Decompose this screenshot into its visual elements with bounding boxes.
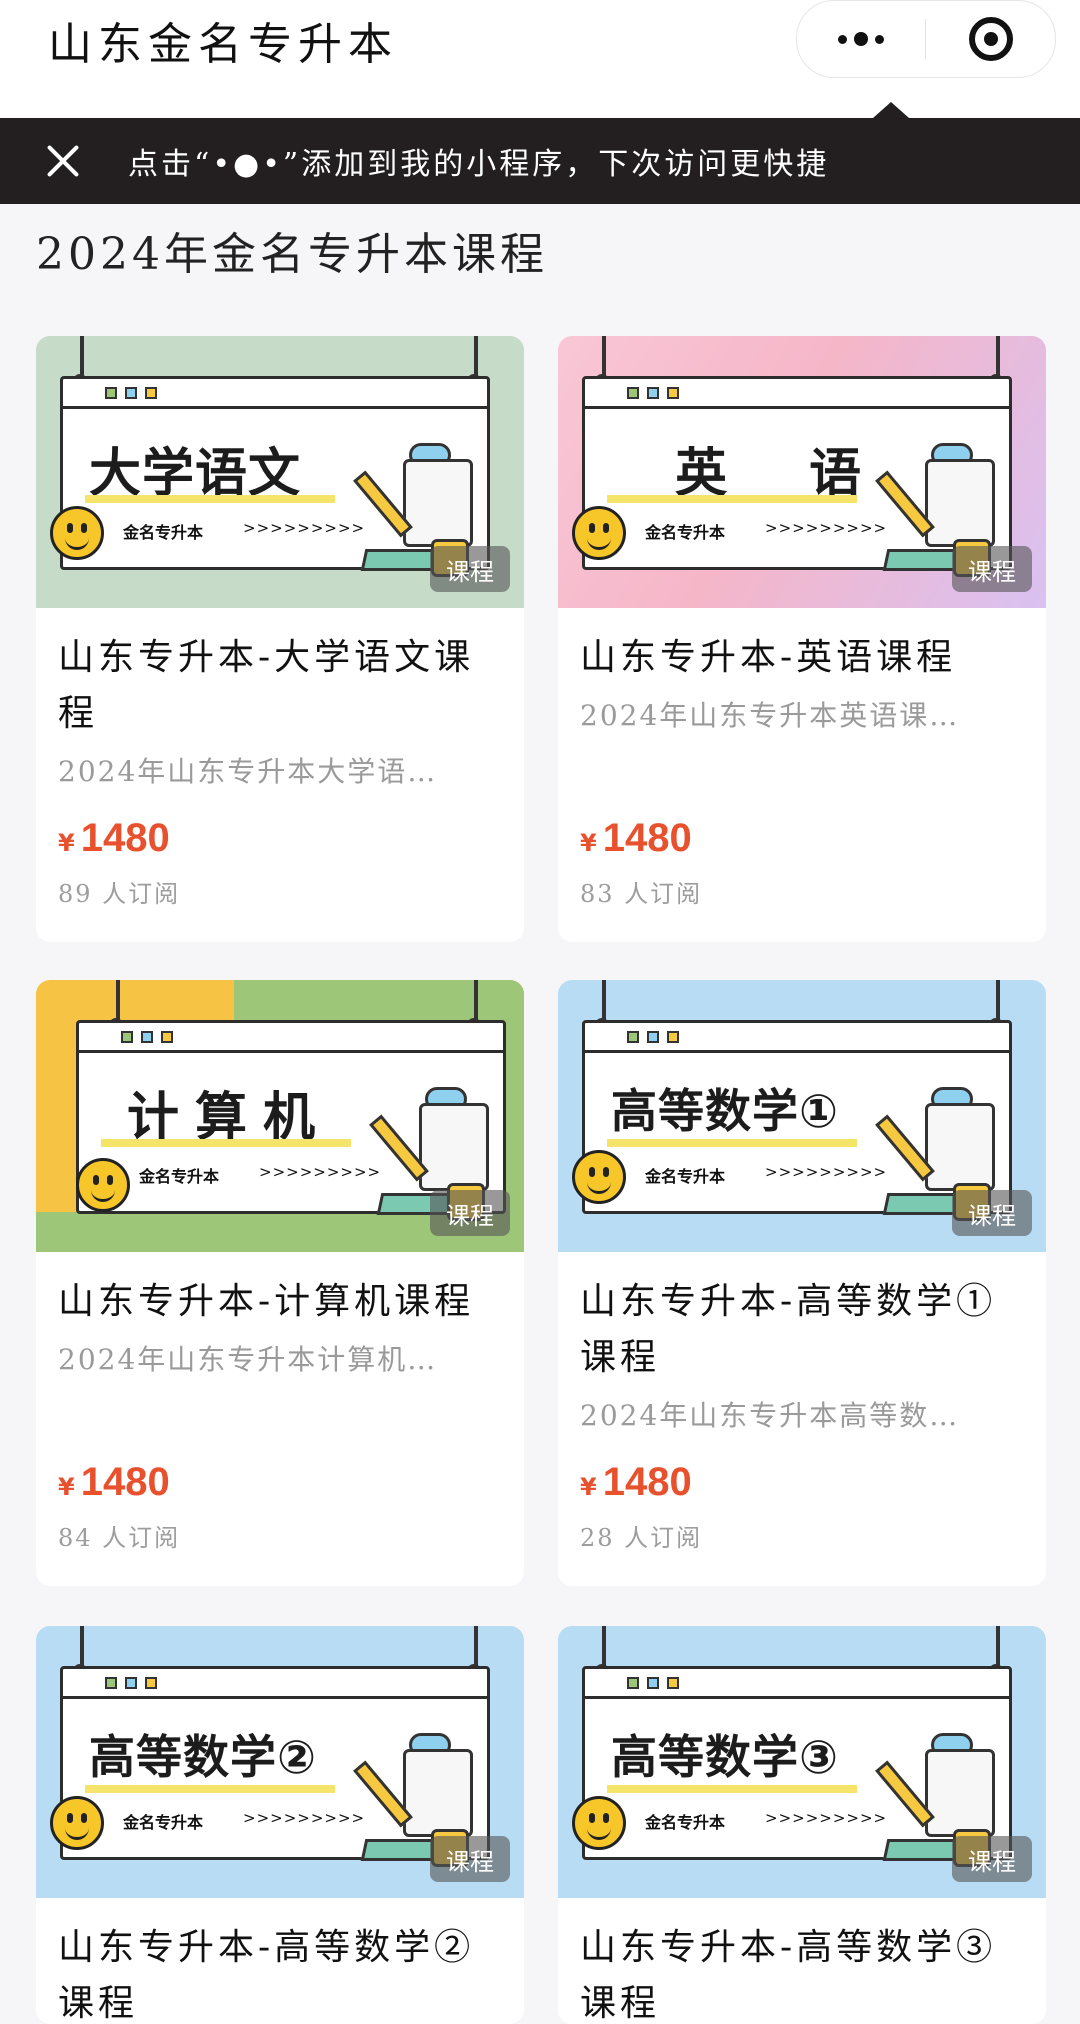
tip-text: 点击“•●•”添加到我的小程序，下次访问更快捷 <box>128 147 830 182</box>
course-cover: 大学语文 金名专升本 >>>>>>>>> 课程 <box>36 336 524 608</box>
paper-icon <box>419 1103 489 1191</box>
paper-icon <box>925 1103 995 1191</box>
cover-title: 高等数学③ <box>611 1730 839 1784</box>
cover-arrows: >>>>>>>>> <box>765 519 888 537</box>
cover-board: 高等数学② 金名专升本 >>>>>>>>> <box>60 1666 490 1867</box>
smiley-icon <box>572 1796 626 1850</box>
section-title: 2024年金名专升本课程 <box>36 229 548 280</box>
cover-brand: 金名专升本 <box>645 523 726 542</box>
book-icon <box>882 1193 962 1215</box>
cover-arrows: >>>>>>>>> <box>765 1809 888 1827</box>
cover-arrows: >>>>>>>>> <box>259 1163 382 1181</box>
currency-symbol: ¥ <box>58 1473 75 1501</box>
subscriber-count: 84 人订阅 <box>58 1524 181 1552</box>
cover-brand: 金名专升本 <box>645 1167 726 1186</box>
price-value: 1480 <box>602 1460 692 1504</box>
course-tag: 课程 <box>952 546 1032 592</box>
paper-icon <box>403 459 473 547</box>
course-tag: 课程 <box>952 1190 1032 1236</box>
cover-title: 高等数学① <box>611 1084 839 1138</box>
course-tag: 课程 <box>430 1190 510 1236</box>
currency-symbol: ¥ <box>580 1473 597 1501</box>
price-value: 1480 <box>80 1460 170 1504</box>
close-miniprogram-icon <box>968 17 1013 61</box>
cover-brand: 金名专升本 <box>645 1813 726 1832</box>
paper-icon <box>925 1749 995 1837</box>
cover-title: 高等数学② <box>89 1730 317 1784</box>
course-name: 山东专升本-高等数学①课程 <box>580 1281 997 1378</box>
course-cover: 高等数学① 金名专升本 >>>>>>>>> 课程 <box>558 980 1046 1252</box>
paper-icon <box>925 459 995 547</box>
course-cover: 高等数学③ 金名专升本 >>>>>>>>> 课程 <box>558 1626 1046 1898</box>
cover-board: 高等数学① 金名专升本 >>>>>>>>> <box>582 1020 1012 1221</box>
smiley-icon <box>572 506 626 560</box>
course-description: 2024年山东专升本大学语… <box>58 755 438 788</box>
price-value: 1480 <box>602 816 692 860</box>
book-icon <box>360 549 440 571</box>
add-to-miniprogram-tip: 点击“•●•”添加到我的小程序，下次访问更快捷 <box>0 118 1080 204</box>
cover-board: 英 语 金名专升本 >>>>>>>>> <box>582 376 1012 577</box>
course-card-english[interactable]: 英 语 金名专升本 >>>>>>>>> 课程 山东专升本-英语课程 2024年山… <box>558 336 1046 942</box>
cover-board: 计算机 金名专升本 >>>>>>>>> <box>76 1020 506 1221</box>
course-card-computer[interactable]: 计算机 金名专升本 >>>>>>>>> 课程 山东专升本-计算机课程 2024年… <box>36 980 524 1586</box>
course-card-math-1[interactable]: 高等数学① 金名专升本 >>>>>>>>> 课程 山东专升本-高等数学①课程 2… <box>558 980 1046 1586</box>
course-description: 2024年山东专升本计算机… <box>58 1343 438 1376</box>
smiley-icon <box>76 1158 130 1212</box>
cover-arrows: >>>>>>>>> <box>243 519 366 537</box>
course-card-math-2[interactable]: 高等数学② 金名专升本 >>>>>>>>> 课程 山东专升本-高等数学②课程 <box>36 1626 524 2024</box>
course-card-chinese[interactable]: 大学语文 金名专升本 >>>>>>>>> 课程 山东专升本-大学语文课程 202… <box>36 336 524 942</box>
course-name: 山东专升本-英语课程 <box>580 637 957 678</box>
cover-arrows: >>>>>>>>> <box>243 1809 366 1827</box>
subscriber-count: 89 人订阅 <box>58 880 181 908</box>
smiley-icon <box>50 1796 104 1850</box>
more-button[interactable] <box>797 1 925 77</box>
close-icon[interactable] <box>40 138 86 184</box>
course-name: 山东专升本-大学语文课程 <box>58 637 475 734</box>
cover-board: 大学语文 金名专升本 >>>>>>>>> <box>60 376 490 577</box>
tip-pointer <box>873 102 909 118</box>
course-description: 2024年山东专升本高等数… <box>580 1399 960 1432</box>
course-cover: 计算机 金名专升本 >>>>>>>>> 课程 <box>36 980 524 1252</box>
close-miniprogram-button[interactable] <box>926 1 1055 77</box>
course-tag: 课程 <box>952 1836 1032 1882</box>
course-price: ¥ 1480 <box>58 816 170 861</box>
cover-board: 高等数学③ 金名专升本 >>>>>>>>> <box>582 1666 1012 1867</box>
miniprogram-capsule <box>796 0 1056 78</box>
paper-icon <box>403 1749 473 1837</box>
course-price: ¥ 1480 <box>58 1460 170 1505</box>
course-cover: 高等数学② 金名专升本 >>>>>>>>> 课程 <box>36 1626 524 1898</box>
cover-brand: 金名专升本 <box>123 1813 204 1832</box>
course-tag: 课程 <box>430 546 510 592</box>
course-price: ¥ 1480 <box>580 816 692 861</box>
subscriber-count: 28 人订阅 <box>580 1524 703 1552</box>
course-cover: 英 语 金名专升本 >>>>>>>>> 课程 <box>558 336 1046 608</box>
course-description: 2024年山东专升本英语课… <box>580 699 960 732</box>
smiley-icon <box>572 1150 626 1204</box>
price-value: 1480 <box>80 816 170 860</box>
cover-arrows: >>>>>>>>> <box>765 1163 888 1181</box>
more-dots-icon <box>838 32 884 46</box>
course-name: 山东专升本-高等数学②课程 <box>58 1927 475 2024</box>
app-title: 山东金名专升本 <box>48 19 398 70</box>
top-bar: 山东金名专升本 <box>0 0 1080 118</box>
book-icon <box>882 549 962 571</box>
currency-symbol: ¥ <box>58 829 75 857</box>
subscriber-count: 83 人订阅 <box>580 880 703 908</box>
book-icon <box>882 1839 962 1861</box>
course-card-math-3[interactable]: 高等数学③ 金名专升本 >>>>>>>>> 课程 山东专升本-高等数学③课程 <box>558 1626 1046 2024</box>
course-name: 山东专升本-计算机课程 <box>58 1281 475 1322</box>
course-price: ¥ 1480 <box>580 1460 692 1505</box>
smiley-icon <box>50 506 104 560</box>
course-name: 山东专升本-高等数学③课程 <box>580 1927 997 2024</box>
book-icon <box>360 1839 440 1861</box>
currency-symbol: ¥ <box>580 829 597 857</box>
course-tag: 课程 <box>430 1836 510 1882</box>
cover-brand: 金名专升本 <box>123 523 204 542</box>
cover-brand: 金名专升本 <box>139 1167 220 1186</box>
